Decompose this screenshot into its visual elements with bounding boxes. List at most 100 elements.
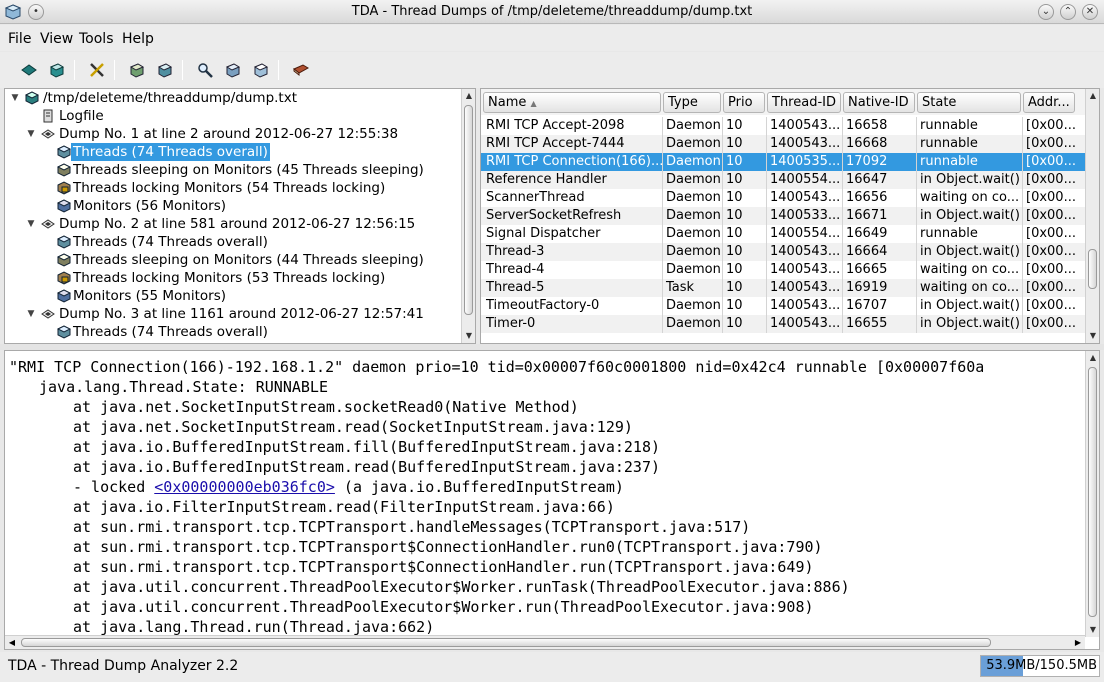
cell-prio: 10 xyxy=(723,261,767,279)
cell-native-id: 16658 xyxy=(843,117,917,135)
minimize-button[interactable]: ⌄ xyxy=(1038,4,1054,20)
table-row[interactable]: Thread-4 Daemon 10 1400543... 16665 waiting o… xyxy=(481,261,1087,279)
collapse-icon[interactable] xyxy=(154,59,176,81)
cell-state: runnable xyxy=(917,225,1023,243)
cell-prio: 10 xyxy=(723,153,767,171)
menu-help[interactable]: Help xyxy=(122,31,154,47)
table-row[interactable]: Reference Handler Daemon 10 1400554... 16647… xyxy=(481,171,1087,189)
cell-type: Daemon xyxy=(663,135,723,153)
scroll-down-icon[interactable]: ▼ xyxy=(462,329,475,343)
table-row[interactable]: TimeoutFactory-0 Daemon 10 1400543... 16707 i… xyxy=(481,297,1087,315)
scroll-thumb[interactable] xyxy=(21,638,991,647)
table-row-selected[interactable]: RMI TCP Connection(166)... Daemon 10 140053… xyxy=(481,153,1087,171)
menu-file[interactable]: File xyxy=(8,31,31,47)
tree-item-label: Threads locking Monitors (53 Threads loc… xyxy=(73,270,386,286)
thread-table[interactable]: Name ▲ Type Prio Thread-ID Native-ID Sta… xyxy=(480,88,1100,344)
table-row[interactable]: RMI TCP Accept-2098 Daemon 10 1400543... 166… xyxy=(481,117,1087,135)
open-logfile-icon[interactable] xyxy=(46,59,68,81)
cell-native-id: 16647 xyxy=(843,171,917,189)
tree-scrollbar[interactable]: ▲ ▼ xyxy=(461,89,475,343)
menu-tools[interactable]: Tools xyxy=(79,31,114,47)
tree-item-label: Dump No. 1 at line 2 around 2012-06-27 1… xyxy=(59,126,399,142)
dump-file-icon xyxy=(25,91,39,105)
scroll-up-icon[interactable]: ▲ xyxy=(1086,89,1099,103)
tree-item-label: Threads locking Monitors (54 Threads loc… xyxy=(73,180,386,196)
scroll-down-icon[interactable]: ▼ xyxy=(1086,623,1099,637)
cell-prio: 10 xyxy=(723,171,767,189)
locked-prefix: - locked xyxy=(73,478,155,496)
cell-type: Daemon xyxy=(663,297,723,315)
scroll-thumb[interactable] xyxy=(1088,367,1097,617)
column-header-type[interactable]: Type xyxy=(663,92,721,113)
detail-hscrollbar[interactable]: ◀ ▶ xyxy=(5,635,1085,649)
dump-tree[interactable]: ▼ /tmp/deleteme/threaddump/dump.txt Logf… xyxy=(4,88,476,344)
cell-type: Daemon xyxy=(663,315,723,333)
table-row[interactable]: Signal Dispatcher Daemon 10 1400554... 16649… xyxy=(481,225,1087,243)
expand-arrow-icon[interactable]: ▼ xyxy=(25,125,37,143)
cell-prio: 10 xyxy=(723,315,767,333)
help-book-icon[interactable] xyxy=(290,59,312,81)
monitors-icon xyxy=(57,199,71,213)
scroll-thumb[interactable] xyxy=(464,105,473,315)
threads-icon xyxy=(57,145,71,159)
cell-thread-id: 1400543... xyxy=(767,297,843,315)
column-header-native-id[interactable]: Native-ID xyxy=(843,92,915,113)
open-dump-icon[interactable] xyxy=(18,59,40,81)
thread-detail-pane[interactable]: "RMI TCP Connection(166)-192.168.1.2" da… xyxy=(4,350,1100,650)
column-header-address[interactable]: Addr... xyxy=(1023,92,1075,113)
logfile-icon xyxy=(43,109,53,123)
custom-category-icon[interactable] xyxy=(250,59,272,81)
cell-type: Daemon xyxy=(663,243,723,261)
expand-arrow-icon[interactable]: ▼ xyxy=(25,215,37,233)
table-row[interactable]: RMI TCP Accept-7444 Daemon 10 1400543... 166… xyxy=(481,135,1087,153)
maximize-button[interactable]: ⌃ xyxy=(1060,4,1076,20)
scroll-left-icon[interactable]: ◀ xyxy=(5,636,19,649)
cell-name: ScannerThread xyxy=(483,189,663,207)
cell-native-id: 17092 xyxy=(843,153,917,171)
scroll-up-icon[interactable]: ▲ xyxy=(462,89,475,103)
cell-native-id: 16655 xyxy=(843,315,917,333)
table-row[interactable]: ScannerThread Daemon 10 1400543... 16656 wait… xyxy=(481,189,1087,207)
cell-native-id: 16919 xyxy=(843,279,917,297)
toolbar-separator xyxy=(278,60,279,80)
cell-state: in Object.wait() xyxy=(917,315,1023,333)
table-row[interactable]: Thread-5 Task 10 1400543... 16919 waiting on … xyxy=(481,279,1087,297)
expand-icon[interactable] xyxy=(126,59,148,81)
cell-thread-id: 1400543... xyxy=(767,261,843,279)
close-button[interactable]: ✕ xyxy=(1082,4,1098,20)
table-row[interactable]: Thread-3 Daemon 10 1400543... 16664 in Object… xyxy=(481,243,1087,261)
menu-view[interactable]: View xyxy=(40,31,73,47)
column-header-name[interactable]: Name ▲ xyxy=(483,92,661,113)
scroll-thumb[interactable] xyxy=(1088,249,1097,289)
window-title: TDA - Thread Dumps of /tmp/deleteme/thre… xyxy=(351,4,753,19)
expand-arrow-icon[interactable]: ▼ xyxy=(25,305,37,323)
cell-prio: 10 xyxy=(723,243,767,261)
cell-thread-id: 1400543... xyxy=(767,135,843,153)
tree-item-label: Threads sleeping on Monitors (45 Threads… xyxy=(73,162,424,178)
tree-item-label: Threads (74 Threads overall) xyxy=(73,234,268,250)
filter-icon[interactable] xyxy=(222,59,244,81)
column-header-state[interactable]: State xyxy=(917,92,1021,113)
detail-vscrollbar[interactable]: ▲ ▼ xyxy=(1085,351,1099,637)
cell-prio: 10 xyxy=(723,207,767,225)
scroll-down-icon[interactable]: ▼ xyxy=(1086,329,1099,343)
table-scrollbar[interactable]: ▲ ▼ xyxy=(1085,89,1099,343)
table-row[interactable]: Timer-0 Daemon 10 1400543... 16655 in Object.… xyxy=(481,315,1087,333)
cell-type: Daemon xyxy=(663,207,723,225)
find-icon[interactable] xyxy=(194,59,216,81)
cell-prio: 10 xyxy=(723,189,767,207)
cell-name: RMI TCP Connection(166)... xyxy=(483,153,663,171)
column-header-thread-id[interactable]: Thread-ID xyxy=(767,92,841,113)
scroll-right-icon[interactable]: ▶ xyxy=(1071,636,1085,649)
expand-arrow-icon[interactable]: ▼ xyxy=(9,89,21,107)
settings-icon[interactable] xyxy=(86,59,108,81)
monitor-address-link[interactable]: <0x00000000eb036fc0> xyxy=(154,478,335,496)
memory-indicator[interactable]: 53.9MB/150.5MB xyxy=(980,655,1100,677)
scroll-up-icon[interactable]: ▲ xyxy=(1086,351,1099,365)
cell-state: waiting on co... xyxy=(917,261,1023,279)
cell-native-id: 16649 xyxy=(843,225,917,243)
table-row[interactable]: ServerSocketRefresh Daemon 10 1400533... 166… xyxy=(481,207,1087,225)
cell-state: runnable xyxy=(917,135,1023,153)
column-header-prio[interactable]: Prio xyxy=(723,92,765,113)
statusbar: TDA - Thread Dump Analyzer 2.2 53.9MB/15… xyxy=(0,652,1104,682)
